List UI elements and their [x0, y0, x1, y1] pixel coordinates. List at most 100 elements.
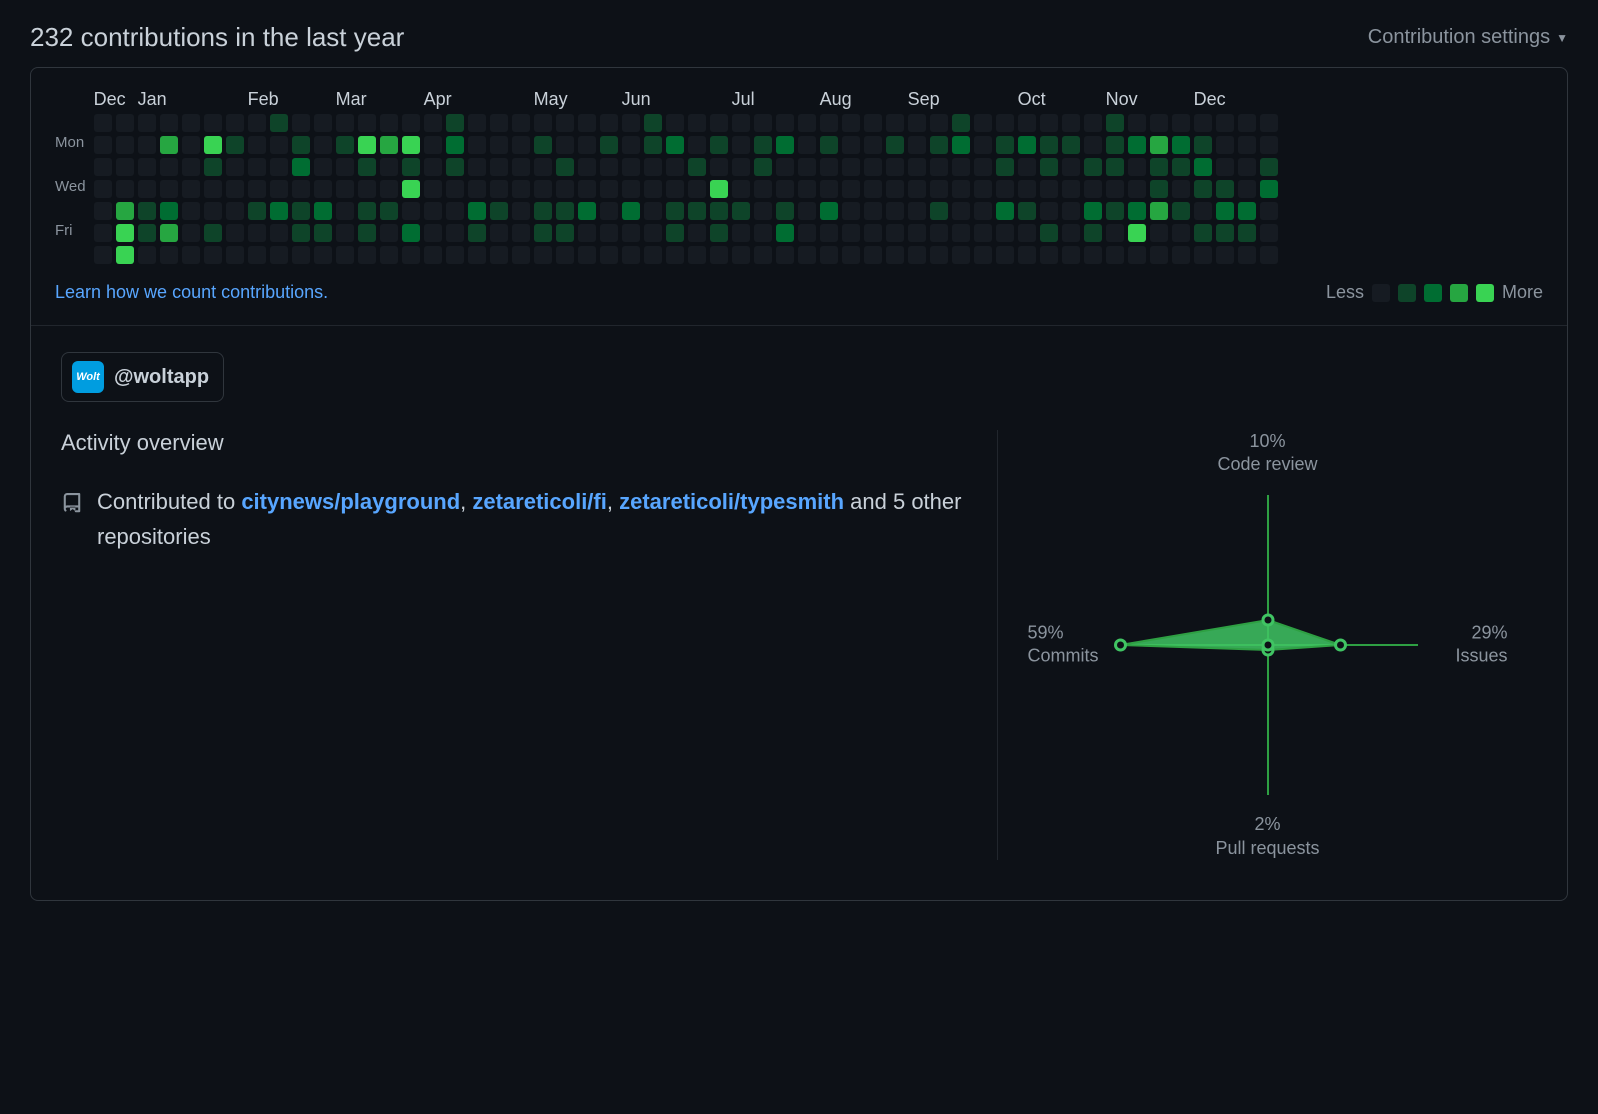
contribution-cell[interactable]: [402, 202, 420, 220]
contribution-cell[interactable]: [490, 114, 508, 132]
contribution-cell[interactable]: [556, 158, 574, 176]
contribution-cell[interactable]: [1238, 246, 1256, 264]
contribution-cell[interactable]: [402, 180, 420, 198]
contribution-cell[interactable]: [886, 202, 904, 220]
contribution-cell[interactable]: [886, 246, 904, 264]
contribution-cell[interactable]: [952, 158, 970, 176]
contribution-cell[interactable]: [248, 180, 266, 198]
contribution-cell[interactable]: [710, 224, 728, 242]
contribution-cell[interactable]: [1106, 202, 1124, 220]
contribution-cell[interactable]: [710, 158, 728, 176]
contribution-cell[interactable]: [138, 136, 156, 154]
contribution-cell[interactable]: [622, 114, 640, 132]
contribution-cell[interactable]: [204, 180, 222, 198]
contribution-cell[interactable]: [798, 180, 816, 198]
contribution-cell[interactable]: [1172, 246, 1190, 264]
contribution-cell[interactable]: [424, 202, 442, 220]
contribution-cell[interactable]: [1238, 158, 1256, 176]
contribution-cell[interactable]: [94, 136, 112, 154]
contribution-cell[interactable]: [666, 114, 684, 132]
contribution-cell[interactable]: [864, 246, 882, 264]
contribution-cell[interactable]: [710, 136, 728, 154]
contribution-cell[interactable]: [732, 136, 750, 154]
contribution-cell[interactable]: [776, 202, 794, 220]
contribution-cell[interactable]: [468, 224, 486, 242]
contribution-cell[interactable]: [314, 114, 332, 132]
contribution-cell[interactable]: [446, 136, 464, 154]
contribution-cell[interactable]: [776, 246, 794, 264]
contribution-cell[interactable]: [1062, 180, 1080, 198]
contribution-cell[interactable]: [908, 136, 926, 154]
contribution-cell[interactable]: [160, 180, 178, 198]
contribution-cell[interactable]: [1150, 246, 1168, 264]
contribution-cell[interactable]: [314, 158, 332, 176]
contribution-cell[interactable]: [688, 180, 706, 198]
contribution-cell[interactable]: [1106, 246, 1124, 264]
contribution-cell[interactable]: [974, 180, 992, 198]
contribution-cell[interactable]: [1106, 224, 1124, 242]
contribution-settings-dropdown[interactable]: Contribution settings ▼: [1368, 26, 1568, 49]
contribution-cell[interactable]: [864, 202, 882, 220]
contribution-cell[interactable]: [1260, 246, 1278, 264]
contribution-cell[interactable]: [842, 114, 860, 132]
contribution-cell[interactable]: [1216, 114, 1234, 132]
contribution-cell[interactable]: [138, 202, 156, 220]
contribution-cell[interactable]: [380, 158, 398, 176]
contribution-cell[interactable]: [1238, 136, 1256, 154]
contribution-cell[interactable]: [358, 136, 376, 154]
contribution-cell[interactable]: [1194, 136, 1212, 154]
contribution-cell[interactable]: [578, 202, 596, 220]
contribution-cell[interactable]: [710, 246, 728, 264]
repo-link[interactable]: zetareticoli/fi: [472, 489, 606, 514]
contribution-cell[interactable]: [336, 114, 354, 132]
contribution-cell[interactable]: [1040, 158, 1058, 176]
contribution-cell[interactable]: [204, 224, 222, 242]
contribution-cell[interactable]: [116, 114, 134, 132]
contribution-cell[interactable]: [556, 180, 574, 198]
contribution-cell[interactable]: [1106, 114, 1124, 132]
contribution-cell[interactable]: [1062, 136, 1080, 154]
learn-contributions-link[interactable]: Learn how we count contributions.: [55, 282, 328, 303]
contribution-cell[interactable]: [160, 224, 178, 242]
contribution-cell[interactable]: [1084, 202, 1102, 220]
contribution-cell[interactable]: [292, 114, 310, 132]
contribution-cell[interactable]: [732, 180, 750, 198]
contribution-cell[interactable]: [820, 246, 838, 264]
contribution-cell[interactable]: [732, 224, 750, 242]
contribution-cell[interactable]: [864, 136, 882, 154]
contribution-cell[interactable]: [776, 114, 794, 132]
contribution-cell[interactable]: [556, 202, 574, 220]
contribution-cell[interactable]: [1018, 114, 1036, 132]
contribution-cell[interactable]: [490, 224, 508, 242]
contribution-cell[interactable]: [1106, 158, 1124, 176]
contribution-cell[interactable]: [732, 246, 750, 264]
contribution-cell[interactable]: [1040, 246, 1058, 264]
contribution-cell[interactable]: [820, 114, 838, 132]
contribution-cell[interactable]: [622, 224, 640, 242]
contribution-cell[interactable]: [1062, 114, 1080, 132]
contribution-cell[interactable]: [996, 114, 1014, 132]
contribution-cell[interactable]: [446, 202, 464, 220]
contribution-cell[interactable]: [116, 224, 134, 242]
contribution-cell[interactable]: [842, 180, 860, 198]
contribution-cell[interactable]: [996, 158, 1014, 176]
contribution-cell[interactable]: [820, 158, 838, 176]
contribution-cell[interactable]: [380, 202, 398, 220]
contribution-cell[interactable]: [1238, 114, 1256, 132]
contribution-cell[interactable]: [468, 202, 486, 220]
contribution-cell[interactable]: [974, 158, 992, 176]
contribution-cell[interactable]: [1194, 202, 1212, 220]
contribution-cell[interactable]: [1062, 158, 1080, 176]
contribution-cell[interactable]: [578, 136, 596, 154]
contribution-cell[interactable]: [1084, 180, 1102, 198]
contribution-cell[interactable]: [996, 202, 1014, 220]
contribution-cell[interactable]: [182, 224, 200, 242]
contribution-cell[interactable]: [688, 224, 706, 242]
contribution-cell[interactable]: [292, 136, 310, 154]
contribution-cell[interactable]: [666, 136, 684, 154]
contribution-cell[interactable]: [930, 224, 948, 242]
contribution-cell[interactable]: [930, 136, 948, 154]
contribution-cell[interactable]: [842, 136, 860, 154]
contribution-cell[interactable]: [314, 202, 332, 220]
contribution-cell[interactable]: [1172, 180, 1190, 198]
